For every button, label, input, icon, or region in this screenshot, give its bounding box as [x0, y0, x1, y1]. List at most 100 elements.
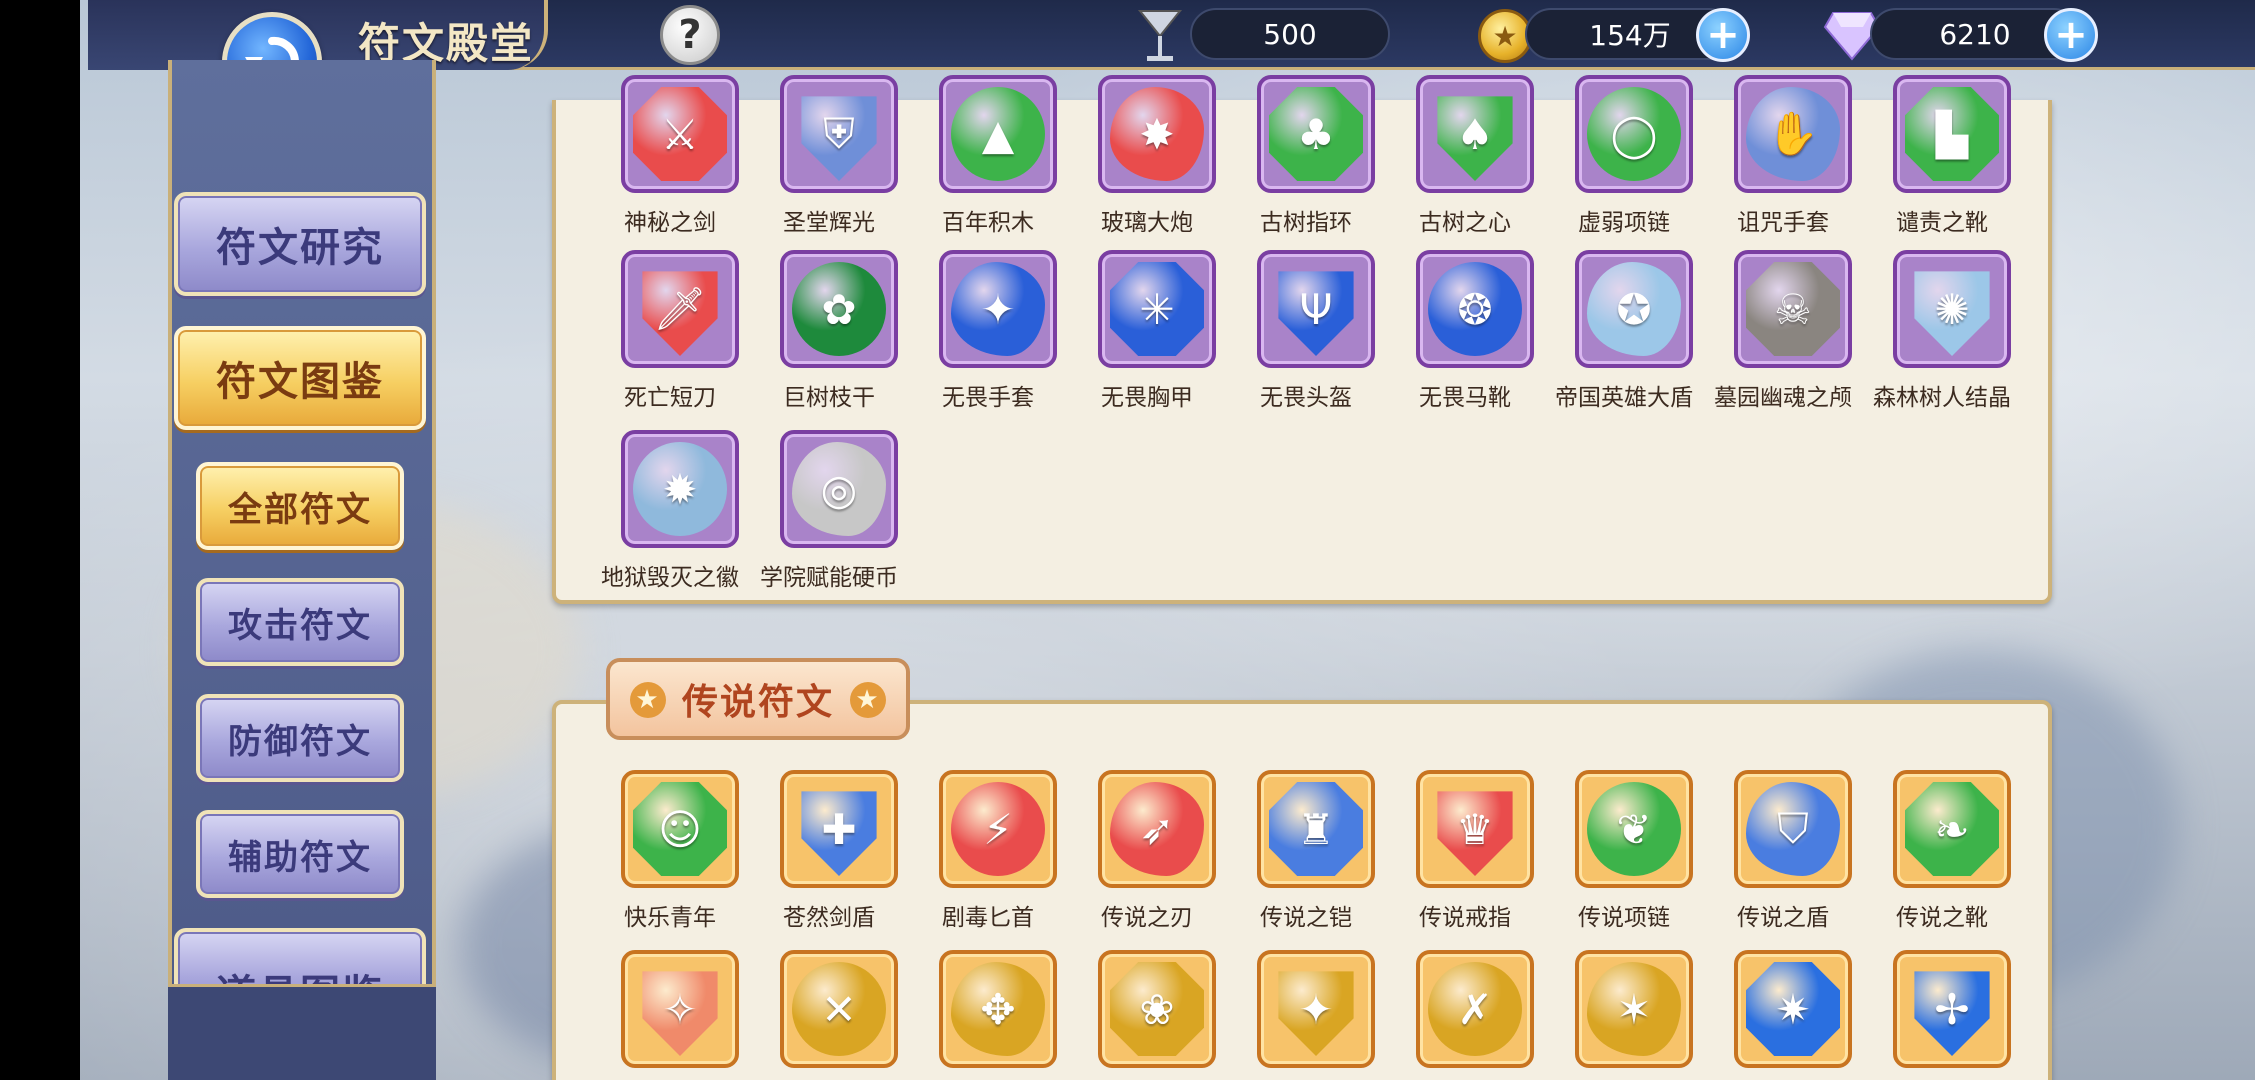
rune-gem-icon: ❦: [1587, 782, 1681, 876]
rune-item[interactable]: ✥: [908, 950, 1068, 1080]
rune-symbol-icon: ✶: [1616, 984, 1652, 1034]
rune-symbol-icon: ❧: [1934, 804, 1970, 854]
rune-gem-icon: ✶: [1587, 962, 1681, 1056]
rune-gem-icon: ⚔: [633, 87, 727, 181]
rune-name: 玻璃大炮: [1101, 210, 1193, 236]
sidebar-item-attack-runes[interactable]: 攻击符文: [196, 578, 404, 666]
rune-frame: ✳: [1098, 250, 1216, 368]
rune-item[interactable]: ◎ 学院赋能硬币: [749, 430, 909, 600]
rune-symbol-icon: ❦: [1616, 804, 1652, 854]
rune-item[interactable]: ✚ 苍然剑盾: [749, 770, 909, 940]
rune-frame: ❀: [1098, 950, 1216, 1068]
rune-gem-icon: ✥: [951, 962, 1045, 1056]
rune-gem-icon: ♜: [1269, 782, 1363, 876]
rune-item[interactable]: ◯ 虚弱项链: [1544, 75, 1704, 245]
rune-item[interactable]: ✺ 森林树人结晶: [1862, 250, 2022, 420]
rune-symbol-icon: ⚔: [661, 109, 699, 159]
rune-symbol-icon: ✗: [1457, 984, 1493, 1034]
rune-item[interactable]: ✕: [749, 950, 909, 1080]
rune-symbol-icon: ✿: [821, 284, 857, 334]
rune-symbol-icon: ✚: [821, 804, 857, 854]
rune-frame: ♣: [1257, 75, 1375, 193]
rune-name: 森林树人结晶: [1873, 385, 2011, 411]
rune-item[interactable]: ✦: [1226, 950, 1386, 1080]
rune-frame: ◎: [780, 430, 898, 548]
rune-item[interactable]: ▲ 百年积木: [908, 75, 1068, 245]
rune-name: 圣堂辉光: [783, 210, 875, 236]
add-diamond-button[interactable]: +: [2044, 8, 2098, 62]
sidebar-item-all-runes[interactable]: 全部符文: [196, 462, 404, 550]
rune-gem-icon: ✷: [1746, 962, 1840, 1056]
rune-frame: ☺: [621, 770, 739, 888]
rune-gem-icon: ❧: [1905, 782, 1999, 876]
rune-frame: ✺: [1893, 250, 2011, 368]
rune-item[interactable]: ⛉ 传说之盾: [1703, 770, 1863, 940]
rune-name: 学院赋能硬币: [760, 565, 898, 591]
rune-item[interactable]: ✹ 地狱毁灭之徽: [590, 430, 750, 600]
rune-gem-icon: ✢: [1914, 971, 1990, 1056]
rune-symbol-icon: ✹: [662, 464, 698, 514]
rune-name: 百年积木: [942, 210, 1034, 236]
rune-name: 诅咒手套: [1737, 210, 1829, 236]
rune-item[interactable]: Ψ 无畏头盔: [1226, 250, 1386, 420]
rune-item[interactable]: ✷: [1703, 950, 1863, 1080]
rune-frame: ❦: [1575, 770, 1693, 888]
rune-frame: ☠: [1734, 250, 1852, 368]
rune-item[interactable]: ✪ 帝国英雄大盾: [1544, 250, 1704, 420]
sidebar-item-defense-runes[interactable]: 防御符文: [196, 694, 404, 782]
rune-item[interactable]: ✦ 无畏手套: [908, 250, 1068, 420]
rune-symbol-icon: ♜: [1297, 804, 1335, 854]
rune-gem-icon: ✸: [1110, 87, 1204, 181]
help-button[interactable]: ?: [660, 5, 720, 65]
rune-item[interactable]: ☠ 墓园幽魂之颅: [1703, 250, 1863, 420]
rune-name: 地狱毁灭之徽: [601, 565, 739, 591]
sidebar-item-rune-research[interactable]: 符文研究: [174, 192, 426, 296]
rune-gem-icon: Ψ: [1278, 271, 1354, 356]
cocktail-counter: 500: [1190, 8, 1390, 60]
rune-frame: ◯: [1575, 75, 1693, 193]
rune-item[interactable]: ✧: [590, 950, 750, 1080]
rune-item[interactable]: ☺ 快乐青年: [590, 770, 750, 940]
rune-gem-icon: ✪: [1587, 262, 1681, 356]
rune-symbol-icon: ⛉: [1777, 804, 1809, 853]
rune-item[interactable]: ✢: [1862, 950, 2022, 1080]
rune-gem-icon: ✗: [1428, 962, 1522, 1056]
rune-gem-icon: ◎: [792, 442, 886, 536]
rune-item[interactable]: ❧ 传说之靴: [1862, 770, 2022, 940]
rune-item[interactable]: ⛨ 圣堂辉光: [749, 75, 909, 245]
rune-item[interactable]: ✿ 巨树枝干: [749, 250, 909, 420]
rune-gem-icon: ✋: [1746, 87, 1840, 181]
rune-item[interactable]: ❀: [1067, 950, 1227, 1080]
rune-item[interactable]: ♛ 传说戒指: [1385, 770, 1545, 940]
rune-symbol-icon: ☠: [1774, 284, 1812, 334]
rune-item[interactable]: ♣ 古树指环: [1226, 75, 1386, 245]
rune-item[interactable]: ⚡ 剧毒匕首: [908, 770, 1068, 940]
rune-item[interactable]: 🗡 死亡短刀: [590, 250, 750, 420]
rune-item[interactable]: ✗: [1385, 950, 1545, 1080]
rune-gem-icon: ⚡: [951, 782, 1045, 876]
rune-gem-icon: ✿: [792, 262, 886, 356]
rune-item[interactable]: ♠ 古树之心: [1385, 75, 1545, 245]
rune-item[interactable]: ✳ 无畏胸甲: [1067, 250, 1227, 420]
sidebar-item-rune-codex[interactable]: 符文图鉴: [174, 326, 426, 430]
rune-item[interactable]: ✶: [1544, 950, 1704, 1080]
rune-name: 传说之盾: [1737, 905, 1829, 931]
rune-gem-icon: ✺: [1914, 271, 1990, 356]
rune-item[interactable]: ⚔ 神秘之剑: [590, 75, 750, 245]
left-black-bar: [0, 0, 80, 1080]
rune-item[interactable]: ➶ 传说之刃: [1067, 770, 1227, 940]
rune-item[interactable]: ✋ 诅咒手套: [1703, 75, 1863, 245]
rune-frame: ❧: [1893, 770, 2011, 888]
rune-frame: ✋: [1734, 75, 1852, 193]
rune-frame: ♛: [1416, 770, 1534, 888]
rune-item[interactable]: ❂ 无畏马靴: [1385, 250, 1545, 420]
rune-item[interactable]: ▙ 谴责之靴: [1862, 75, 2022, 245]
add-gold-button[interactable]: +: [1696, 8, 1750, 62]
rune-name: 无畏头盔: [1260, 385, 1352, 411]
rune-item[interactable]: ✸ 玻璃大炮: [1067, 75, 1227, 245]
sidebar-item-support-runes[interactable]: 辅助符文: [196, 810, 404, 898]
rune-name: 传说之靴: [1896, 905, 1988, 931]
rune-item[interactable]: ♜ 传说之铠: [1226, 770, 1386, 940]
rune-item[interactable]: ❦ 传说项链: [1544, 770, 1704, 940]
legend-section-title: 传说符文: [681, 682, 834, 723]
